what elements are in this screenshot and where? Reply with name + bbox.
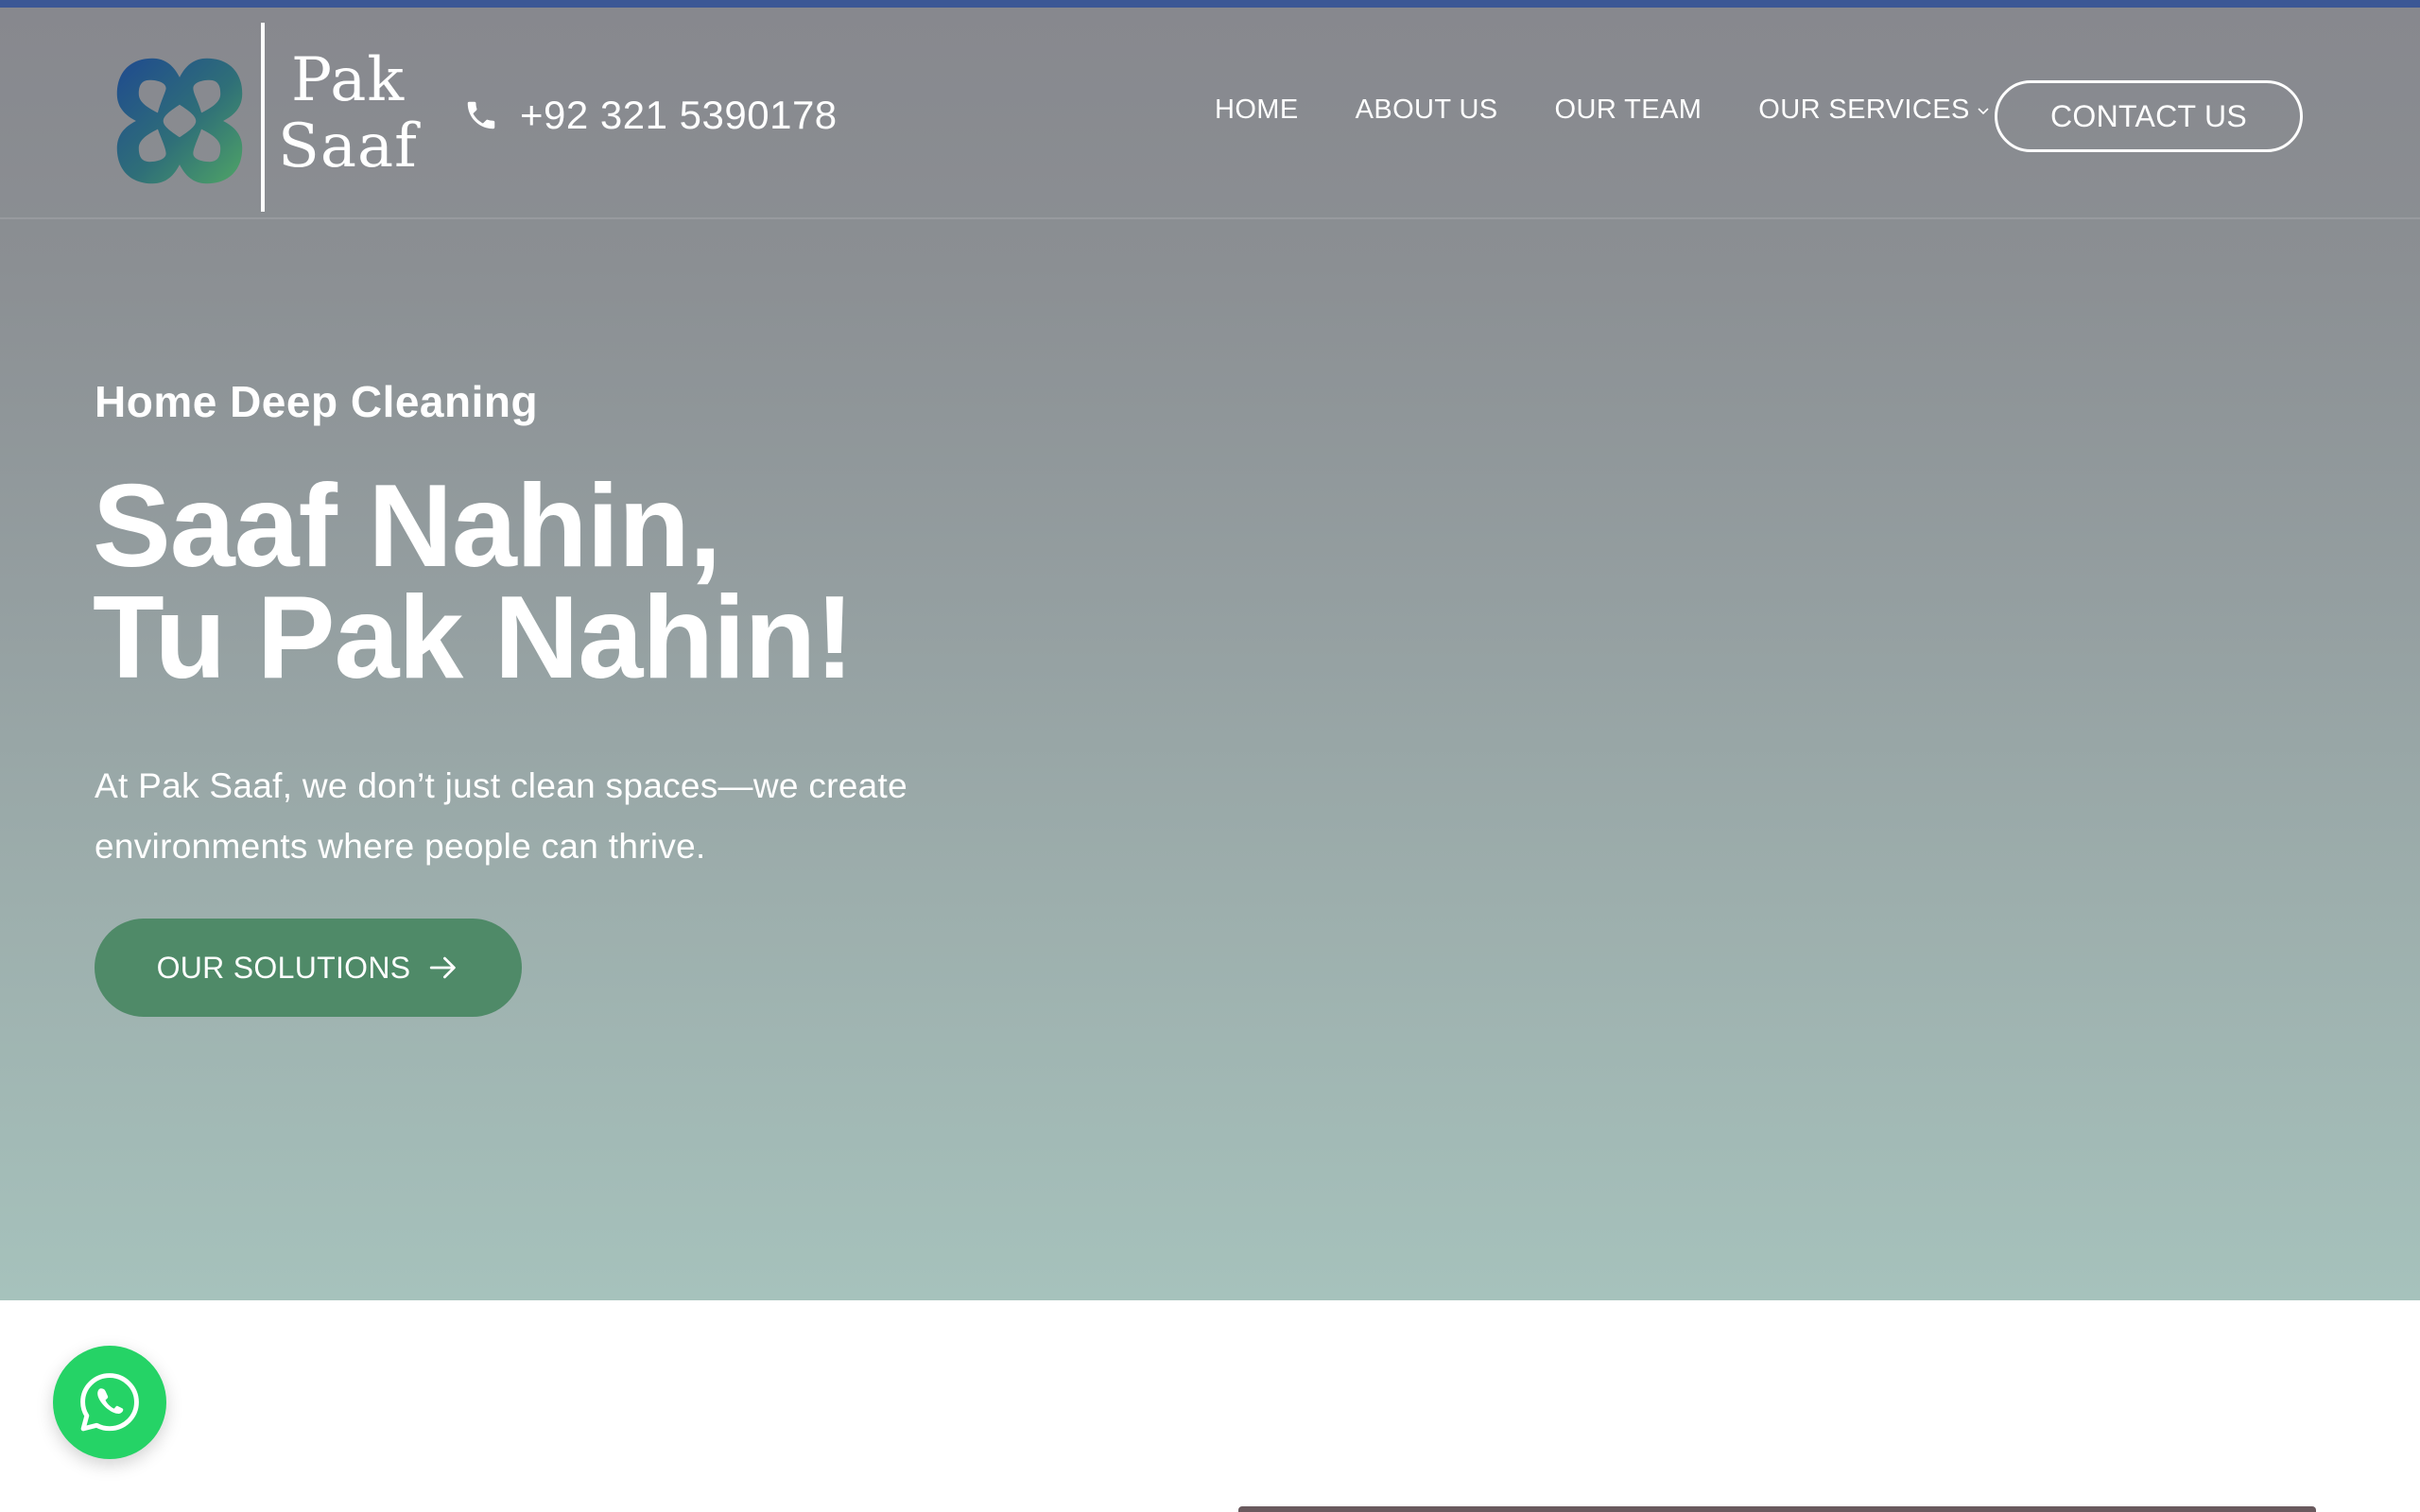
chevron-down-icon — [1978, 107, 1989, 114]
site-header: Pak Saaf +92 321 5390178 HOME ABOUT US O… — [0, 8, 2420, 219]
logo-wordmark: Pak Saaf — [278, 47, 418, 180]
contact-us-button[interactable]: CONTACT US — [1995, 80, 2303, 152]
our-solutions-button[interactable]: OUR SOLUTIONS — [95, 919, 522, 1017]
hero-headline-line-2: Tu Pak Nahin! — [93, 573, 855, 703]
logo-mark-icon — [116, 58, 243, 184]
hero-eyebrow: Home Deep Cleaning — [95, 377, 539, 426]
phone-icon — [467, 101, 495, 129]
our-solutions-label: OUR SOLUTIONS — [156, 950, 411, 985]
whatsapp-icon — [80, 1373, 139, 1432]
logo-divider — [261, 23, 265, 212]
top-accent-bar — [0, 0, 2420, 8]
arrow-right-icon — [430, 956, 457, 979]
site-logo[interactable]: Pak Saaf — [112, 15, 417, 212]
nav-item-our-team[interactable]: OUR TEAM — [1555, 94, 1703, 126]
hero-headline: Saaf Nahin, Tu Pak Nahin! — [93, 461, 855, 703]
nav-item-our-services[interactable]: OUR SERVICES — [1758, 94, 1990, 126]
hero-headline-line-1: Saaf Nahin, — [93, 461, 721, 592]
whatsapp-chat-button[interactable] — [53, 1346, 166, 1459]
header-phone-link[interactable]: +92 321 5390178 — [463, 87, 838, 144]
nav-item-home[interactable]: HOME — [1215, 94, 1299, 126]
logo-line-2: Saaf — [278, 112, 418, 181]
logo-line-1: Pak — [291, 45, 406, 115]
nav-item-about-us[interactable]: ABOUT US — [1356, 94, 1498, 126]
section-image-top-edge — [1238, 1506, 2316, 1512]
phone-number: +92 321 5390178 — [520, 93, 838, 137]
nav-item-our-services-label: OUR SERVICES — [1758, 94, 1970, 125]
hero-subtext: At Pak Saaf, we don’t just clean spaces—… — [95, 766, 908, 866]
main-nav: HOME ABOUT US OUR TEAM OUR SERVICES — [1215, 94, 1991, 126]
